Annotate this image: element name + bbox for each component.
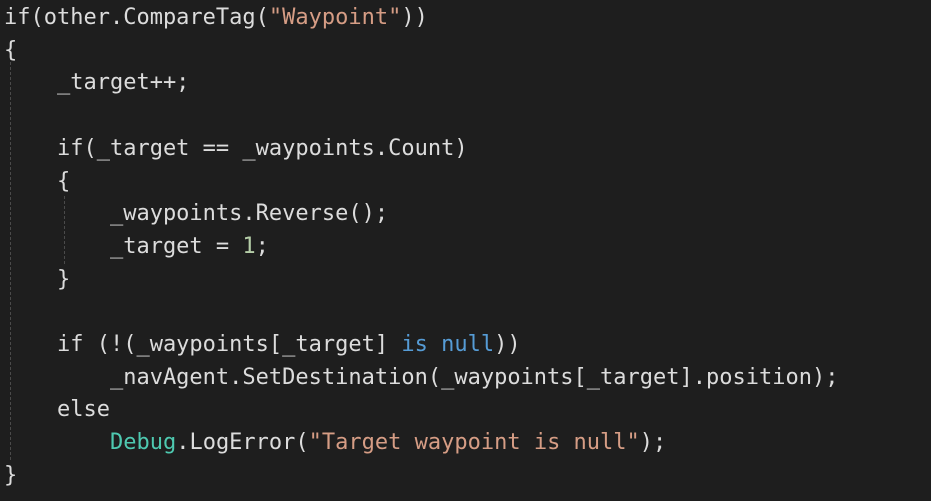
code-token: }	[4, 266, 71, 292]
code-line-5[interactable]: if(_target == _waypoints.Count)	[4, 133, 468, 165]
code-token: ))	[494, 332, 521, 357]
code-token: if(_target == _waypoints.Count)	[4, 135, 468, 161]
code-line-7[interactable]: _waypoints.Reverse();	[4, 198, 388, 230]
code-token: 1	[242, 233, 256, 259]
code-line-14[interactable]: Debug.LogError("Target waypoint is null"…	[4, 427, 666, 459]
code-token: is	[401, 332, 428, 357]
code-line-15[interactable]: }	[4, 460, 17, 492]
code-token: _waypoints.Reverse();	[4, 201, 389, 227]
code-token: );	[639, 430, 667, 456]
code-token: _navAgent.SetDestination(_waypoints[_tar…	[4, 364, 839, 390]
code-line-8[interactable]: _target = 1;	[4, 231, 269, 263]
code-token: _target++;	[4, 70, 190, 96]
code-token: {	[4, 37, 18, 63]
code-token: _target =	[4, 233, 243, 259]
code-token: if(other.CompareTag(	[4, 5, 269, 30]
code-token: null	[441, 332, 495, 357]
code-token: .LogError(	[176, 430, 309, 456]
code-token: {	[4, 168, 71, 194]
code-token: Debug	[109, 430, 177, 456]
code-line-6[interactable]: {	[4, 166, 70, 198]
code-line-11[interactable]: if (!(_waypoints[_target] is null))	[4, 329, 521, 361]
code-token: if (!(_waypoints[_target]	[4, 332, 402, 357]
code-line-3[interactable]: _target++;	[4, 67, 189, 99]
code-token: ))	[401, 5, 428, 30]
code-token: ;	[255, 233, 269, 259]
code-token: "Target waypoint is null"	[308, 430, 640, 456]
code-line-13[interactable]: else	[4, 394, 110, 426]
code-editor[interactable]: if(other.CompareTag("Waypoint")) { _targe…	[0, 0, 931, 501]
code-line-9[interactable]: }	[4, 264, 70, 296]
code-token: else	[4, 397, 110, 423]
code-token: "Waypoint"	[268, 5, 402, 30]
code-line-2[interactable]: {	[4, 35, 17, 67]
code-line-12[interactable]: _navAgent.SetDestination(_waypoints[_tar…	[4, 362, 839, 394]
code-line-1[interactable]: if(other.CompareTag("Waypoint"))	[4, 2, 428, 34]
code-token: }	[4, 462, 18, 488]
